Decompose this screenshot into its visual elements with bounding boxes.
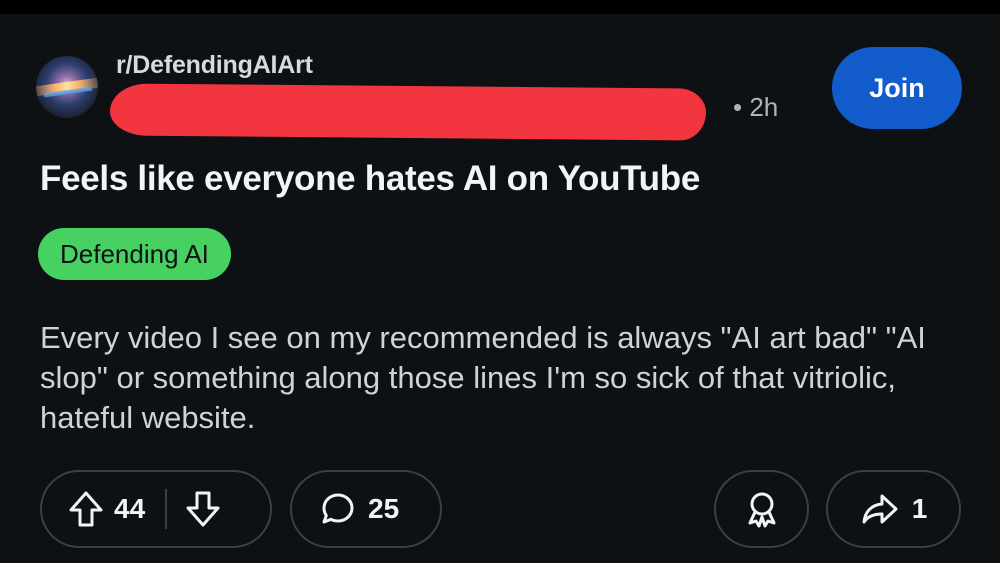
share-arrow-icon <box>860 491 900 527</box>
share-count: 1 <box>911 493 928 524</box>
reddit-post-screen: r/DefendingAIArt • 2h Join Feels like ev… <box>0 0 1000 563</box>
post-title[interactable]: Feels like everyone hates AI on YouTube <box>40 159 700 199</box>
comment-count: 25 <box>368 493 400 524</box>
post-time: • 2h <box>733 92 779 122</box>
post-flair[interactable]: Defending AI <box>38 228 231 280</box>
comment-bubble-icon <box>320 491 356 527</box>
award-icon <box>742 489 782 529</box>
vote-divider <box>165 489 168 529</box>
upvote-count: 44 <box>114 493 146 524</box>
post-body: Every video I see on my recommended is a… <box>40 320 926 435</box>
subreddit-name[interactable]: r/DefendingAIArt <box>116 51 313 80</box>
comments-button[interactable]: 25 <box>290 470 442 548</box>
downvote-arrow-icon[interactable] <box>185 489 221 529</box>
award-button[interactable] <box>714 470 809 548</box>
top-edge-bar <box>0 0 1000 14</box>
vote-bar: 44 <box>40 470 272 548</box>
redaction-scribble <box>109 83 707 141</box>
subreddit-avatar[interactable] <box>36 56 98 118</box>
share-button[interactable]: 1 <box>826 470 961 548</box>
upvote-arrow-icon[interactable] <box>68 489 104 529</box>
join-button[interactable]: Join <box>832 47 962 129</box>
